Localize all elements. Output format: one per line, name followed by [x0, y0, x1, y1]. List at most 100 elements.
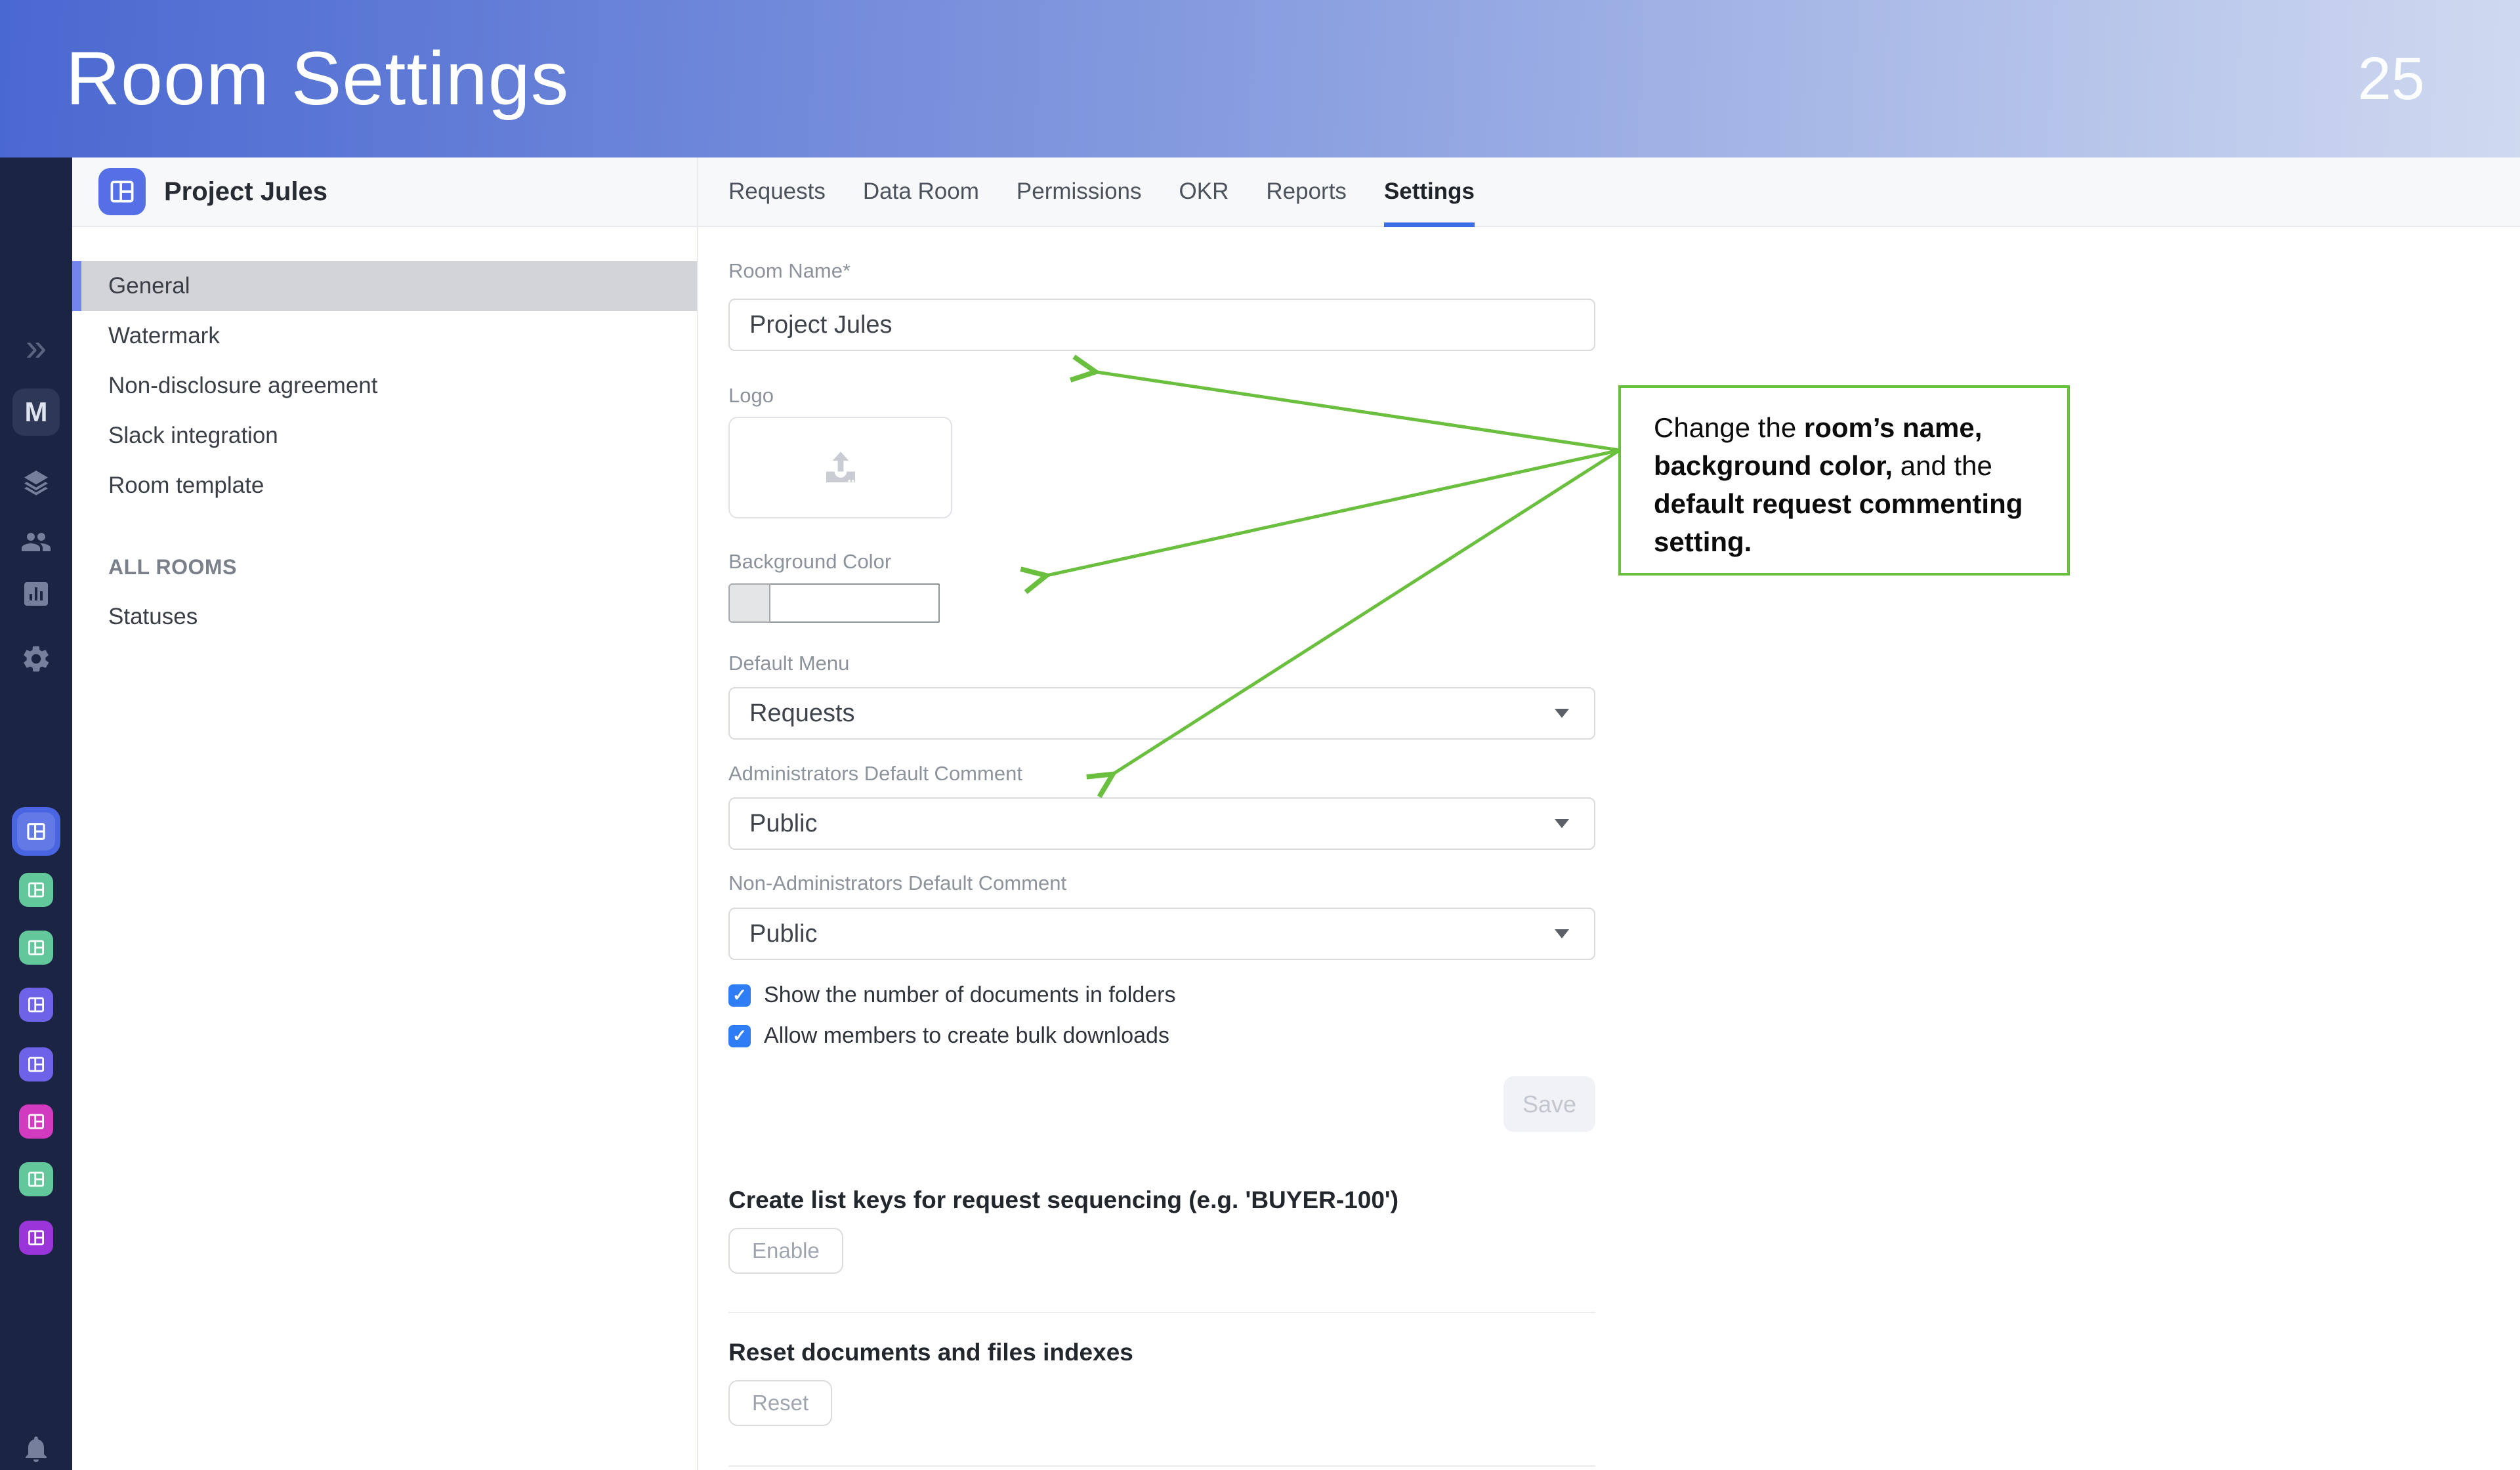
room-shortcut-4[interactable]	[0, 988, 72, 1022]
non-admin-comment-select[interactable]: Public	[728, 908, 1595, 960]
room-glyph-icon	[26, 1055, 46, 1074]
sidebar-item-watermark[interactable]: Watermark	[72, 311, 697, 361]
room-shortcut-3[interactable]	[0, 931, 72, 965]
rail-item-users[interactable]	[0, 526, 72, 558]
room-shortcut-8[interactable]	[0, 1221, 72, 1255]
annotation-text: and the	[1893, 450, 1992, 481]
checkbox[interactable]: ✓	[728, 984, 751, 1007]
sidebar-item-label: Non-disclosure agreement	[108, 373, 377, 399]
background-color-control	[728, 583, 940, 623]
room-glyph-icon	[26, 1112, 46, 1131]
bell-icon	[20, 1433, 52, 1465]
all-rooms-section-label: ALL ROOMS	[108, 555, 237, 579]
tab-data-room[interactable]: Data Room	[863, 158, 979, 226]
active-accent-bar	[72, 261, 81, 311]
background-color-label: Background Color	[728, 550, 891, 574]
sidebar-right-border	[697, 158, 698, 1470]
sidebar-item-label: Slack integration	[108, 423, 278, 449]
room-name-label: Room Name*	[728, 259, 850, 283]
reset-button[interactable]: Reset	[728, 1380, 832, 1426]
room-shortcut-6[interactable]	[0, 1104, 72, 1139]
page-header: Room Settings 25	[0, 0, 2520, 158]
sidebar-item-statuses[interactable]: Statuses	[72, 592, 697, 642]
people-icon	[20, 526, 52, 558]
sidebar-item-general[interactable]: General	[72, 261, 697, 311]
page-title: Room Settings	[66, 35, 569, 122]
section-divider	[728, 1465, 1595, 1467]
section-divider	[728, 1312, 1595, 1313]
gear-icon	[20, 643, 52, 675]
workspace-initial: M	[12, 388, 60, 436]
reset-indexes-heading: Reset documents and files indexes	[728, 1339, 1133, 1366]
room-name-title: Project Jules	[164, 177, 327, 207]
chevron-double-right-icon: »	[26, 329, 47, 367]
room-glyph-icon	[26, 1169, 46, 1189]
enable-button[interactable]: Enable	[728, 1228, 843, 1274]
room-tile	[19, 1047, 53, 1082]
tab-bar: Requests Data Room Permissions OKR Reports Se…	[728, 158, 1475, 226]
room-shortcut-5[interactable]	[0, 1047, 72, 1082]
color-swatch[interactable]	[728, 583, 770, 623]
default-menu-label: Default Menu	[728, 652, 849, 675]
collapse-sidebar-button[interactable]: »	[0, 329, 72, 366]
rail-item-reports[interactable]	[0, 578, 72, 610]
room-tile	[19, 1221, 53, 1255]
room-icon	[98, 168, 146, 215]
checkbox-row-show-the-number-of-documents: ✓ Show the number of documents in folders	[728, 982, 1175, 1008]
room-shortcut-2[interactable]	[0, 873, 72, 907]
room-settings-screen: Room Settings 25 » M	[0, 0, 2520, 1470]
notifications-button[interactable]	[0, 1434, 72, 1464]
background-color-input[interactable]	[770, 583, 940, 623]
chevron-down-icon	[1555, 819, 1569, 828]
logo-upload-dropzone[interactable]	[728, 417, 952, 518]
room-tile	[19, 1104, 53, 1139]
sidebar-item-room-template[interactable]: Room template	[72, 461, 697, 511]
sidebar-item-slack-integration[interactable]: Slack integration	[72, 411, 697, 461]
room-name-input[interactable]	[728, 299, 1595, 351]
tab-okr[interactable]: OKR	[1179, 158, 1229, 226]
sidebar-item-non-disclosure-agreement[interactable]: Non-disclosure agreement	[72, 361, 697, 411]
room-tile	[19, 931, 53, 965]
admin-comment-label: Administrators Default Comment	[728, 762, 1022, 786]
tab-permissions[interactable]: Permissions	[1017, 158, 1142, 226]
tab-settings[interactable]: Settings	[1384, 158, 1475, 226]
sidebar-item-label: General	[108, 273, 190, 299]
list-keys-heading: Create list keys for request sequencing …	[728, 1186, 1398, 1214]
room-glyph-icon	[108, 177, 136, 206]
room-shortcut-1[interactable]	[0, 807, 72, 856]
annotation-callout: Change the room’s name, background color…	[1618, 385, 2070, 576]
tab-reports[interactable]: Reports	[1266, 158, 1347, 226]
sidebar-item-label: Statuses	[108, 604, 198, 630]
rail-item-projects[interactable]	[0, 468, 72, 499]
room-glyph-icon	[26, 880, 46, 900]
room-tile	[19, 1162, 53, 1196]
workspace-avatar[interactable]: M	[0, 388, 72, 436]
rail-item-settings[interactable]	[0, 643, 72, 675]
page-number: 25	[2358, 45, 2425, 114]
layers-icon	[20, 468, 52, 499]
admin-comment-value: Public	[749, 810, 818, 838]
admin-comment-select[interactable]: Public	[728, 797, 1595, 850]
room-glyph-icon	[26, 938, 46, 957]
settings-sidebar: General Watermark Non-disclosure agreement…	[72, 227, 697, 1470]
room-glyph-icon	[26, 995, 46, 1015]
save-button[interactable]: Save	[1503, 1076, 1595, 1132]
room-shortcut-7[interactable]	[0, 1162, 72, 1196]
top-bar: Project Jules Requests Data Room Permissio…	[72, 158, 2520, 227]
sidebar-item-label: Room template	[108, 472, 264, 499]
room-glyph-icon	[25, 820, 47, 843]
room-header: Project Jules	[98, 158, 327, 226]
annotation-text: Change the	[1654, 412, 1804, 443]
checkbox-row-allow-members-to-create-bulk: ✓ Allow members to create bulk downloads	[728, 1023, 1169, 1049]
annotation-text: default request commenting setting.	[1654, 488, 2023, 557]
sidebar-item-label: Watermark	[108, 323, 220, 349]
checkbox-label: Allow members to create bulk downloads	[764, 1023, 1169, 1049]
default-menu-select[interactable]: Requests	[728, 687, 1595, 740]
room-glyph-icon	[26, 1228, 46, 1248]
default-menu-value: Requests	[749, 700, 855, 728]
tab-requests[interactable]: Requests	[728, 158, 826, 226]
chevron-down-icon	[1555, 929, 1569, 938]
logo-label: Logo	[728, 384, 774, 408]
checkbox[interactable]: ✓	[728, 1025, 751, 1047]
checkbox-label: Show the number of documents in folders	[764, 982, 1175, 1008]
